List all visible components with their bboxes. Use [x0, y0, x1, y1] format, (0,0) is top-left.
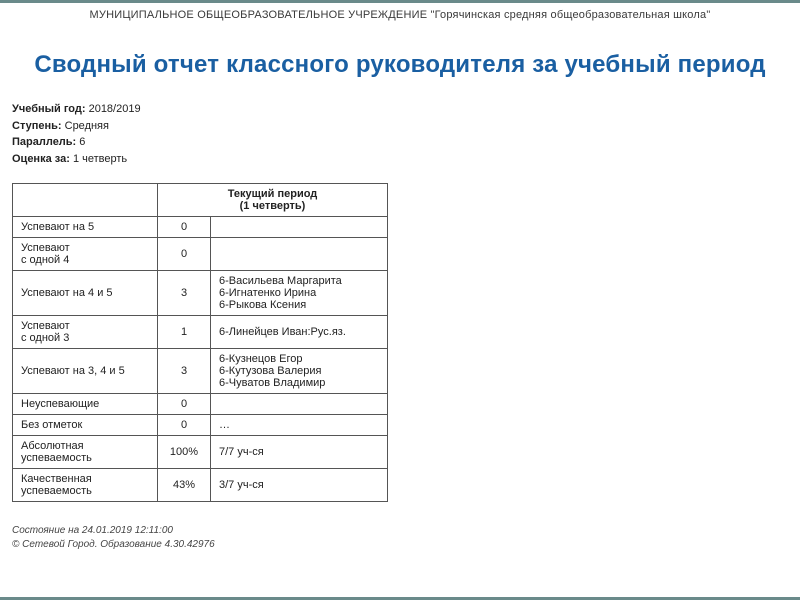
- meta-year-label: Учебный год:: [12, 103, 86, 115]
- table-body: Успевают на 50Успеваютс одной 40Успевают…: [13, 217, 388, 502]
- row-count: 3: [158, 271, 211, 316]
- table-row: Успеваютс одной 316-Линейцев Иван:Рус.яз…: [13, 316, 388, 349]
- row-details: [211, 394, 388, 415]
- row-label: Успевают на 4 и 5: [13, 271, 158, 316]
- table-header-period: Текущий период (1 четверть): [158, 184, 388, 217]
- footer-copyright: © Сетевой Город. Образование 4.30.42976: [12, 538, 788, 552]
- row-label: Абсолютная успеваемость: [13, 436, 158, 469]
- row-label: Успеваютс одной 3: [13, 316, 158, 349]
- table-row: Неуспевающие0: [13, 394, 388, 415]
- row-count: 1: [158, 316, 211, 349]
- meta-level-value: Средняя: [65, 120, 109, 132]
- table-row: Успеваютс одной 40: [13, 238, 388, 271]
- row-label: Успевают на 3, 4 и 5: [13, 349, 158, 394]
- meta-level-label: Ступень:: [12, 120, 62, 132]
- row-details: 6-Кузнецов Егор6-Кутузова Валерия6-Чуват…: [211, 349, 388, 394]
- row-count: 0: [158, 394, 211, 415]
- row-details: 3/7 уч-ся: [211, 469, 388, 502]
- meta-grade-for: Оценка за: 1 четверть: [12, 151, 788, 168]
- period-header-line2: (1 четверть): [166, 200, 379, 212]
- row-count: 100%: [158, 436, 211, 469]
- row-label: Успеваютс одной 4: [13, 238, 158, 271]
- footer-timestamp: Состояние на 24.01.2019 12:11:00: [12, 524, 788, 538]
- table-row: Абсолютная успеваемость100%7/7 уч-ся: [13, 436, 388, 469]
- meta-grade-for-value: 1 четверть: [73, 153, 127, 165]
- row-label: Неуспевающие: [13, 394, 158, 415]
- report-page: МУНИЦИПАЛЬНОЕ ОБЩЕОБРАЗОВАТЕЛЬНОЕ УЧРЕЖД…: [0, 0, 800, 600]
- meta-year-value: 2018/2019: [89, 103, 141, 115]
- row-count: 0: [158, 217, 211, 238]
- row-count: 0: [158, 415, 211, 436]
- row-details: 7/7 уч-ся: [211, 436, 388, 469]
- period-header-line1: Текущий период: [166, 188, 379, 200]
- row-details: 6-Линейцев Иван:Рус.яз.: [211, 316, 388, 349]
- meta-level: Ступень: Средняя: [12, 118, 788, 135]
- row-details: 6-Васильева Маргарита6-Игнатенко Ирина6-…: [211, 271, 388, 316]
- table-row: Без отметок0…: [13, 415, 388, 436]
- table-row: Качественная успеваемость43%3/7 уч-ся: [13, 469, 388, 502]
- report-title: Сводный отчет классного руководителя за …: [12, 51, 788, 79]
- report-meta: Учебный год: 2018/2019 Ступень: Средняя …: [12, 101, 788, 167]
- table-header-empty: [13, 184, 158, 217]
- row-label: Качественная успеваемость: [13, 469, 158, 502]
- row-label: Без отметок: [13, 415, 158, 436]
- table-row: Успевают на 50: [13, 217, 388, 238]
- meta-year: Учебный год: 2018/2019: [12, 101, 788, 118]
- row-label: Успевают на 5: [13, 217, 158, 238]
- report-footer: Состояние на 24.01.2019 12:11:00 © Сетев…: [12, 524, 788, 552]
- report-table: Текущий период (1 четверть) Успевают на …: [12, 183, 388, 502]
- meta-grade-for-label: Оценка за:: [12, 153, 70, 165]
- table-row: Успевают на 3, 4 и 536-Кузнецов Егор6-Ку…: [13, 349, 388, 394]
- row-count: 43%: [158, 469, 211, 502]
- row-count: 0: [158, 238, 211, 271]
- row-details: [211, 217, 388, 238]
- meta-parallel-value: 6: [79, 136, 85, 148]
- organization-name: МУНИЦИПАЛЬНОЕ ОБЩЕОБРАЗОВАТЕЛЬНОЕ УЧРЕЖД…: [12, 9, 788, 21]
- meta-parallel: Параллель: 6: [12, 134, 788, 151]
- row-details: …: [211, 415, 388, 436]
- table-header-row: Текущий период (1 четверть): [13, 184, 388, 217]
- meta-parallel-label: Параллель:: [12, 136, 76, 148]
- row-count: 3: [158, 349, 211, 394]
- table-row: Успевают на 4 и 536-Васильева Маргарита6…: [13, 271, 388, 316]
- row-details: [211, 238, 388, 271]
